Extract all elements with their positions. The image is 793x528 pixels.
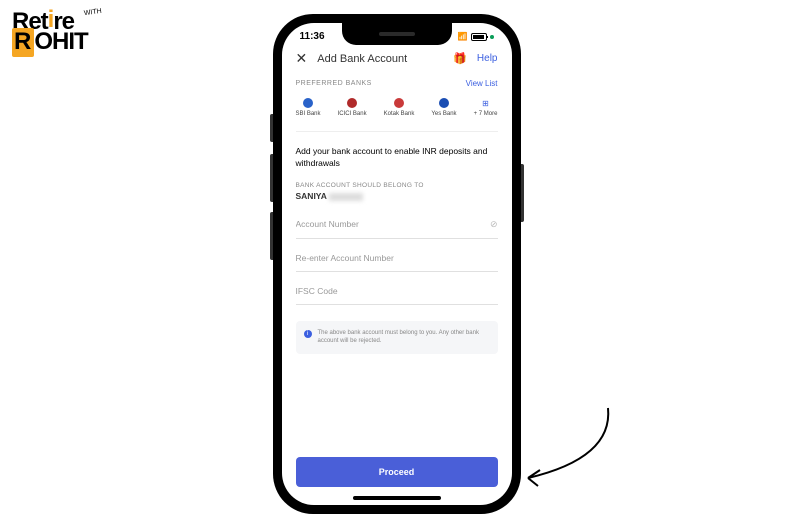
bank-icici[interactable]: ICICI Bank — [338, 98, 367, 117]
screen-header: ✕ Add Bank Account 🎁 Help — [296, 46, 498, 77]
account-holder-name: SANIYA — [296, 189, 498, 205]
account-number-input[interactable] — [296, 219, 490, 229]
help-link[interactable]: Help — [477, 53, 498, 64]
bank-icon — [394, 98, 404, 108]
phone-frame: 11:36 📶 ✕ Add Bank Account 🎁 Help PREFER… — [273, 14, 521, 514]
account-number-field[interactable]: ⊘ — [296, 205, 498, 239]
annotation-arrow — [508, 403, 618, 493]
note-text: The above bank account must belong to yo… — [318, 329, 490, 346]
more-icon: ⊞ — [481, 98, 491, 108]
status-time: 11:36 — [300, 31, 325, 42]
signal-icon: 📶 — [458, 32, 468, 41]
belong-label: BANK ACCOUNT SHOULD BELONG TO — [296, 182, 498, 189]
info-note: i The above bank account must belong to … — [296, 321, 498, 354]
ifsc-field[interactable] — [296, 272, 498, 305]
view-list-link[interactable]: View List — [466, 79, 498, 88]
bank-yes[interactable]: Yes Bank — [431, 98, 456, 117]
bank-sbi[interactable]: SBI Bank — [296, 98, 321, 117]
status-icons: 📶 — [458, 32, 494, 41]
notch — [342, 23, 452, 45]
battery-icon — [471, 33, 487, 41]
phone-screen: 11:36 📶 ✕ Add Bank Account 🎁 Help PREFER… — [282, 23, 512, 505]
close-icon[interactable]: ✕ — [296, 50, 308, 67]
bank-list: SBI Bank ICICI Bank Kotak Bank Yes Bank … — [296, 94, 498, 132]
preferred-banks-label: PREFERRED BANKS — [296, 80, 372, 87]
bank-icon — [347, 98, 357, 108]
ifsc-input[interactable] — [296, 286, 498, 296]
eye-off-icon[interactable]: ⊘ — [490, 219, 498, 230]
bank-icon — [303, 98, 313, 108]
gift-icon[interactable]: 🎁 — [453, 52, 467, 65]
bank-icon — [439, 98, 449, 108]
info-icon: i — [304, 330, 312, 338]
description-text: Add your bank account to enable INR depo… — [296, 132, 498, 182]
reenter-account-field[interactable] — [296, 239, 498, 272]
reenter-account-input[interactable] — [296, 253, 498, 263]
screen-title: Add Bank Account — [317, 53, 443, 65]
home-indicator — [353, 496, 441, 500]
proceed-button[interactable]: Proceed — [296, 457, 498, 487]
bank-more[interactable]: ⊞+ 7 More — [474, 98, 498, 117]
bank-kotak[interactable]: Kotak Bank — [384, 98, 415, 117]
brand-logo: WITH Retire ROHIT — [12, 12, 88, 53]
